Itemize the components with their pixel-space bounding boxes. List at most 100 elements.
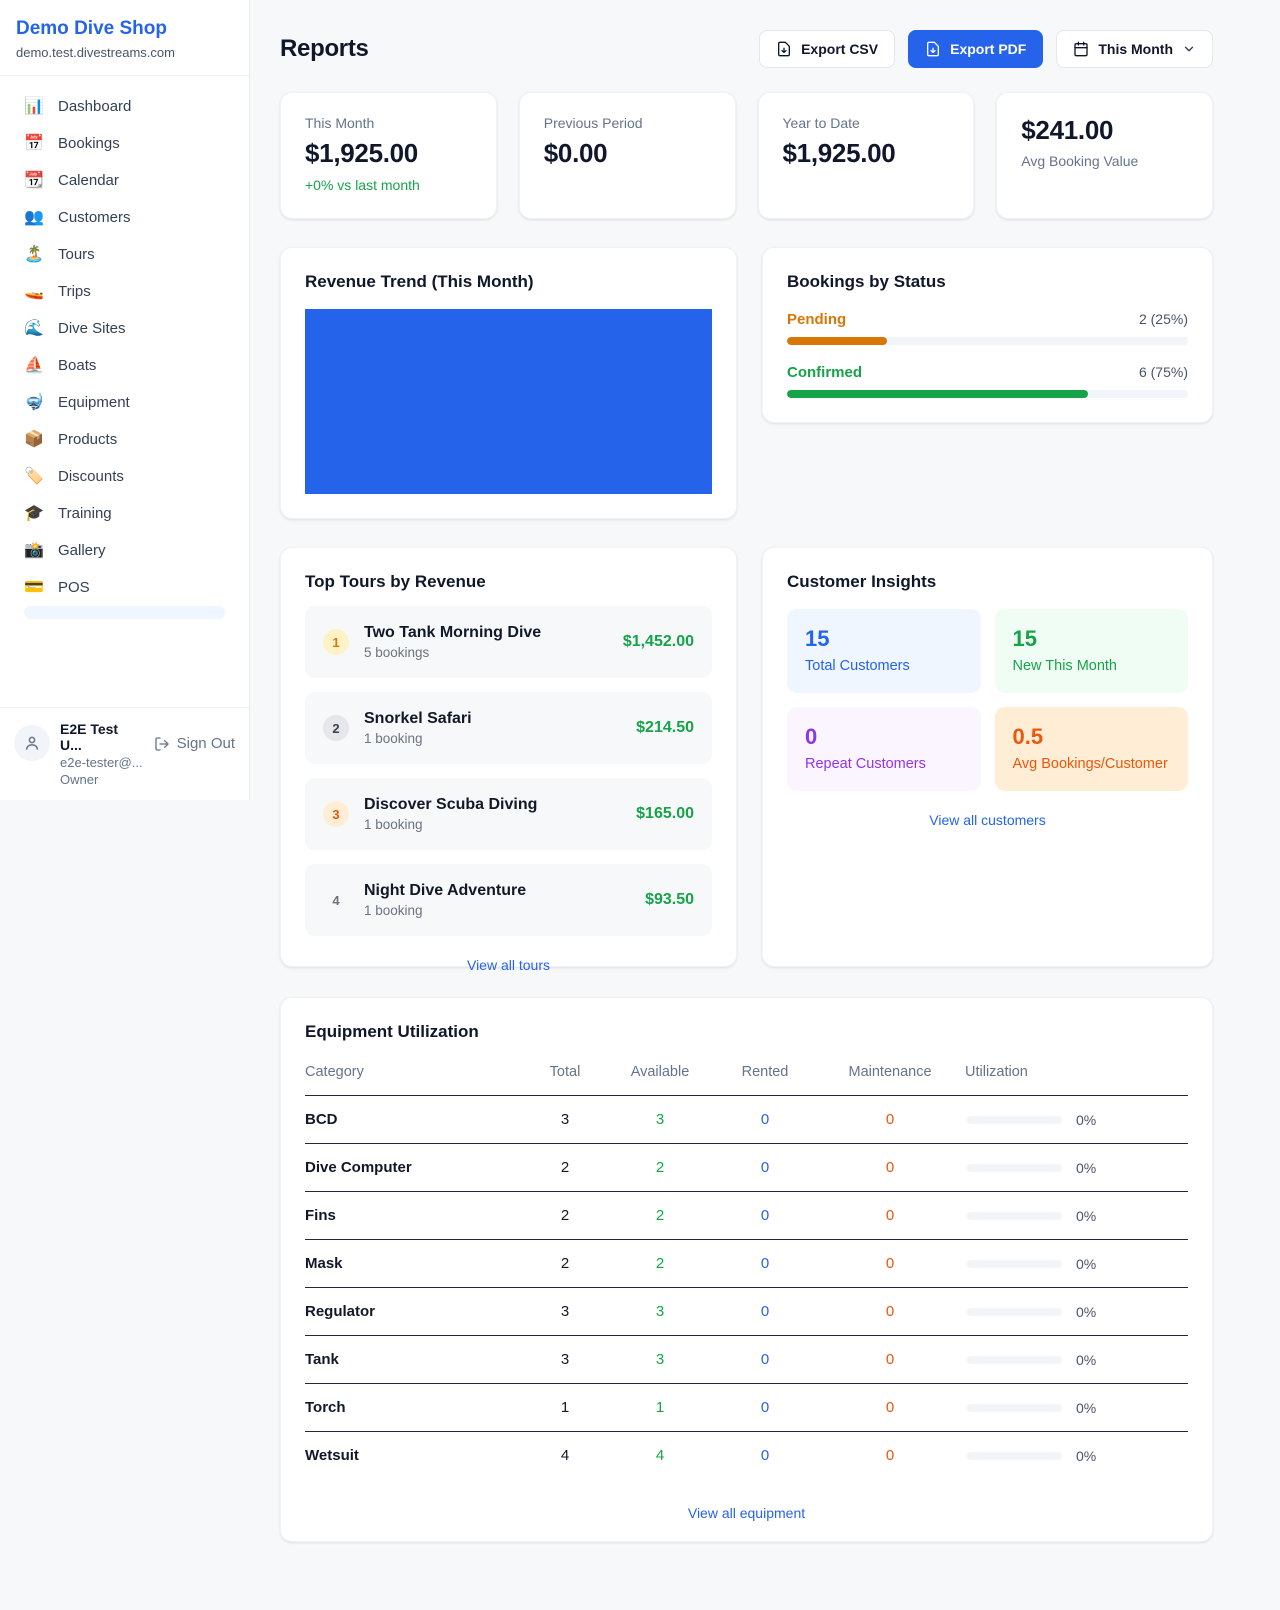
- sidebar-item-bookings[interactable]: 📅 Bookings: [12, 125, 237, 162]
- equipment-total: 3: [525, 1303, 605, 1320]
- equipment-table-header: Category Total Available Rented Maintena…: [305, 1056, 1188, 1096]
- revenue-trend-chart: [305, 309, 712, 494]
- sign-out-label: Sign Out: [177, 735, 235, 752]
- sidebar-item-label: Customers: [58, 209, 131, 226]
- tour-revenue: $165.00: [636, 805, 694, 823]
- sign-out-button[interactable]: Sign Out: [154, 735, 235, 752]
- tile-total-customers: 15 Total Customers: [787, 609, 981, 693]
- equipment-available: 2: [605, 1159, 715, 1176]
- view-all-equipment-link[interactable]: View all equipment: [688, 1505, 805, 1521]
- period-dropdown[interactable]: This Month: [1056, 30, 1213, 68]
- stat-card-year-to-date: Year to Date $1,925.00: [758, 92, 975, 219]
- sailboat-icon: ⛵: [24, 358, 44, 374]
- export-csv-button[interactable]: Export CSV: [759, 30, 895, 68]
- user-meta: E2E Test U... e2e-tester@... Owner: [60, 721, 144, 787]
- user-email: e2e-tester@...: [60, 755, 144, 770]
- column-header: Total: [525, 1064, 605, 1080]
- stat-card-this-month: This Month $1,925.00 +0% vs last month: [280, 92, 497, 219]
- page-title: Reports: [280, 35, 369, 63]
- utilization-bar-track: [967, 1164, 1062, 1172]
- sidebar-item-dashboard[interactable]: 📊 Dashboard: [12, 88, 237, 125]
- stat-label: Avg Booking Value: [1021, 153, 1188, 169]
- utilization-cell: 0%: [965, 1304, 1188, 1320]
- bookings-by-status-panel: Bookings by Status Pending 2 (25%) Confi…: [762, 247, 1213, 423]
- sidebar-item-label: Equipment: [58, 394, 130, 411]
- equipment-maintenance: 0: [815, 1159, 965, 1176]
- table-row: Tank 3 3 0 0 0%: [305, 1336, 1188, 1384]
- tour-name: Discover Scuba Diving: [364, 796, 537, 814]
- equipment-rented: 0: [715, 1303, 815, 1320]
- stat-label: Year to Date: [783, 115, 950, 131]
- utilization-cell: 0%: [965, 1400, 1188, 1416]
- utilization-bar-track: [967, 1308, 1062, 1316]
- utilization-bar-track: [967, 1116, 1062, 1124]
- table-row: BCD 3 3 0 0 0%: [305, 1096, 1188, 1144]
- sidebar-item-customers[interactable]: 👥 Customers: [12, 199, 237, 236]
- tour-name: Night Dive Adventure: [364, 882, 526, 900]
- export-pdf-button[interactable]: Export PDF: [908, 30, 1043, 68]
- equipment-available: 3: [605, 1351, 715, 1368]
- equipment-utilization-title: Equipment Utilization: [305, 1022, 1188, 1042]
- equipment-maintenance: 0: [815, 1207, 965, 1224]
- status-bar-fill: [787, 390, 1088, 398]
- trips-boat-icon: 🚤: [24, 284, 44, 300]
- sidebar-item-training[interactable]: 🎓 Training: [12, 495, 237, 532]
- sidebar-item-trips[interactable]: 🚤 Trips: [12, 273, 237, 310]
- table-row: Dive Computer 2 2 0 0 0%: [305, 1144, 1188, 1192]
- tour-row: 2 Snorkel Safari 1 booking $214.50: [305, 692, 712, 764]
- utilization-cell: 0%: [965, 1256, 1188, 1272]
- sidebar-item-calendar[interactable]: 📆 Calendar: [12, 162, 237, 199]
- equipment-category: Regulator: [305, 1303, 525, 1320]
- sidebar-item-reports-partial[interactable]: [24, 606, 225, 619]
- tile-value: 15: [1013, 626, 1171, 652]
- utilization-percent: 0%: [1076, 1208, 1096, 1224]
- status-bar-track: [787, 337, 1188, 345]
- utilization-cell: 0%: [965, 1112, 1188, 1128]
- sidebar-item-gallery[interactable]: 📸 Gallery: [12, 532, 237, 569]
- revenue-trend-title: Revenue Trend (This Month): [305, 272, 712, 292]
- sidebar-item-tours[interactable]: 🏝️ Tours: [12, 236, 237, 273]
- stat-value: $241.00: [1021, 115, 1188, 146]
- tour-revenue: $93.50: [645, 891, 694, 909]
- revenue-trend-panel: Revenue Trend (This Month): [280, 247, 737, 519]
- status-label: Confirmed: [787, 364, 862, 381]
- dashboard-icon: 📊: [24, 99, 44, 115]
- sidebar-item-boats[interactable]: ⛵ Boats: [12, 347, 237, 384]
- sidebar-item-equipment[interactable]: 🤿 Equipment: [12, 384, 237, 421]
- sidebar-item-products[interactable]: 📦 Products: [12, 421, 237, 458]
- rank-badge: 2: [323, 715, 349, 741]
- view-all-customers-link[interactable]: View all customers: [929, 812, 1045, 828]
- camera-icon: 📸: [24, 543, 44, 559]
- utilization-cell: 0%: [965, 1352, 1188, 1368]
- sidebar-item-discounts[interactable]: 🏷️ Discounts: [12, 458, 237, 495]
- sidebar-item-label: Gallery: [58, 542, 106, 559]
- utilization-percent: 0%: [1076, 1112, 1096, 1128]
- stat-cards: This Month $1,925.00 +0% vs last month P…: [280, 92, 1213, 219]
- view-all-tours-link[interactable]: View all tours: [467, 957, 550, 973]
- stat-delta: +0% vs last month: [305, 177, 472, 193]
- insights-row: Top Tours by Revenue 1 Two Tank Morning …: [280, 547, 1213, 967]
- equipment-table: Category Total Available Rented Maintena…: [305, 1056, 1188, 1479]
- equipment-available: 3: [605, 1111, 715, 1128]
- sidebar-item-pos[interactable]: 💳 POS: [12, 569, 237, 606]
- equipment-total: 1: [525, 1399, 605, 1416]
- sidebar-item-dive-sites[interactable]: 🌊 Dive Sites: [12, 310, 237, 347]
- utilization-percent: 0%: [1076, 1304, 1096, 1320]
- tour-bookings: 5 bookings: [364, 645, 541, 660]
- status-bar-fill: [787, 337, 887, 345]
- brand: Demo Dive Shop demo.test.divestreams.com: [0, 0, 249, 76]
- equipment-available: 4: [605, 1447, 715, 1464]
- rank-badge: 3: [323, 801, 349, 827]
- shop-domain: demo.test.divestreams.com: [16, 45, 233, 60]
- stat-value: $1,925.00: [783, 138, 950, 169]
- export-csv-label: Export CSV: [801, 41, 878, 57]
- sidebar-item-label: Products: [58, 431, 117, 448]
- equipment-maintenance: 0: [815, 1255, 965, 1272]
- table-row: Regulator 3 3 0 0 0%: [305, 1288, 1188, 1336]
- tile-value: 15: [805, 626, 963, 652]
- sidebar-item-label: Dashboard: [58, 98, 131, 115]
- tour-bookings: 1 booking: [364, 903, 526, 918]
- tile-label: Avg Bookings/Customer: [1013, 756, 1171, 772]
- tour-bookings: 1 booking: [364, 731, 472, 746]
- user-role: Owner: [60, 772, 144, 787]
